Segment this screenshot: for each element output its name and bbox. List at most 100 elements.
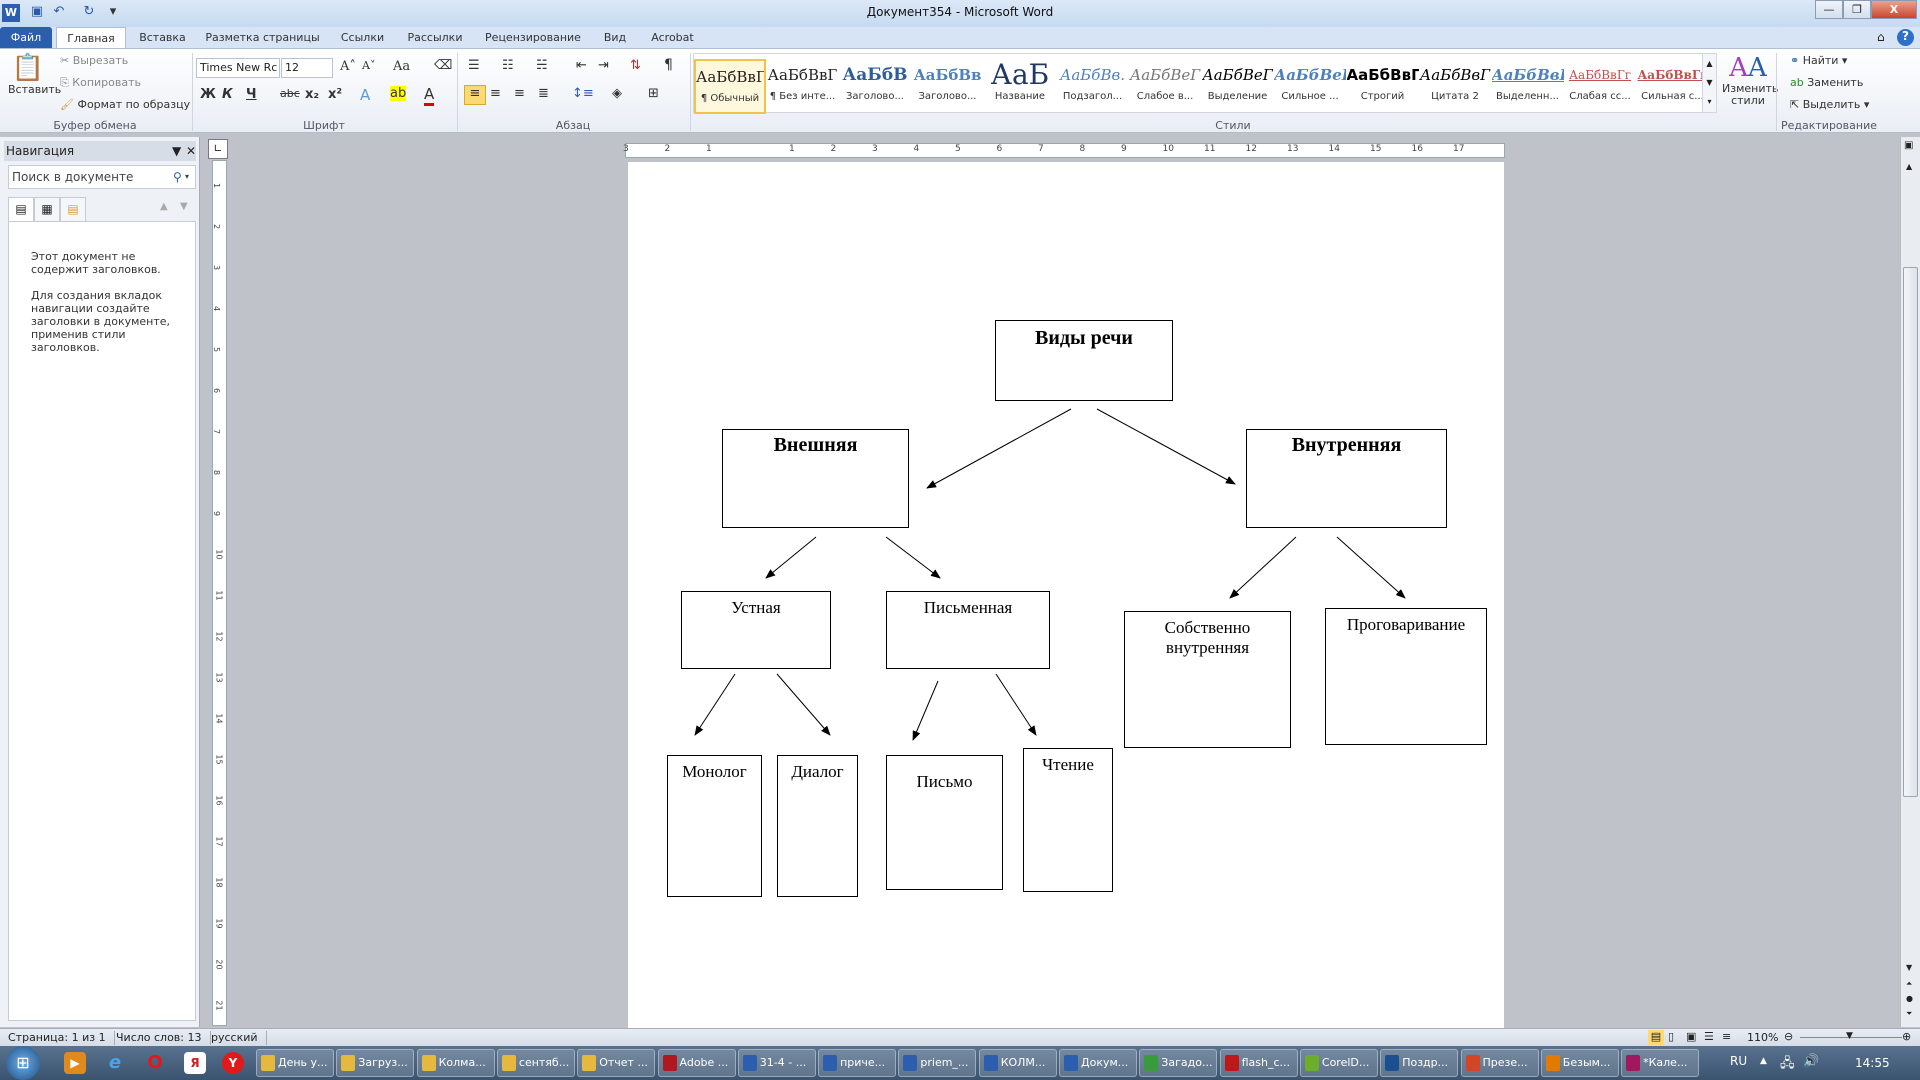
style-item[interactable]: АаБбВвГ Строгий xyxy=(1347,59,1419,114)
document-page[interactable]: Виды речи Внешняя Внутренняя Устная Пись… xyxy=(628,162,1504,1032)
browse-object-icon[interactable]: ● xyxy=(1906,994,1913,1003)
clock[interactable]: 14:55 xyxy=(1855,1056,1890,1070)
style-item[interactable]: АаБбВеГ Выделение xyxy=(1202,59,1274,114)
previous-icon[interactable]: ▲ xyxy=(160,201,168,212)
strikethrough-button[interactable]: abc xyxy=(280,87,300,100)
taskbar-item[interactable]: Загадо... xyxy=(1139,1049,1218,1077)
paste-button[interactable]: 📋 Вставить xyxy=(8,53,61,96)
taskbar-item[interactable]: Загруз... xyxy=(336,1049,415,1077)
full-screen-reading-icon[interactable]: ▯ xyxy=(1668,1030,1674,1043)
style-item[interactable]: АаБбВеГ Сильное ... xyxy=(1274,59,1346,114)
align-right-icon[interactable]: ≡ xyxy=(514,86,525,101)
scroll-down-icon[interactable]: ▼ xyxy=(1703,73,1716,92)
style-item[interactable]: АаБбВеГ Слабое в... xyxy=(1129,59,1201,114)
font-color-icon[interactable]: A xyxy=(424,85,435,106)
horizontal-ruler[interactable]: 3 2 1 1 2 3 4 5 6 7 8 9 10 11 12 13 14 15 16 17 xyxy=(623,143,1505,158)
italic-button[interactable]: К xyxy=(222,87,233,102)
taskbar-item[interactable]: Отчет ... xyxy=(577,1049,656,1077)
outline-icon[interactable]: ☰ xyxy=(1704,1030,1714,1043)
taskbar-item[interactable]: Презе... xyxy=(1460,1049,1539,1077)
media-player-icon[interactable]: ▶ xyxy=(64,1052,86,1074)
sort-icon[interactable]: ⇅ xyxy=(630,58,641,73)
scroll-up-icon[interactable]: ▲ xyxy=(1703,54,1716,73)
taskbar-item[interactable]: flash_c... xyxy=(1219,1049,1298,1077)
tab-pages[interactable]: ▦ xyxy=(34,197,60,222)
tab-acrobat[interactable]: Acrobat xyxy=(645,27,700,48)
more-icon[interactable]: ▾ xyxy=(1703,92,1716,111)
format-painter-button[interactable]: 🖌 Формат по образцу xyxy=(60,98,190,111)
page-count[interactable]: Страница: 1 из 1 xyxy=(0,1031,115,1045)
taskbar-item[interactable]: priem_... xyxy=(898,1049,977,1077)
close-button[interactable]: X xyxy=(1871,0,1917,19)
vertical-scrollbar[interactable]: ▣ ▲ ▼ ⏶ ● ⏷ xyxy=(1900,137,1920,1027)
taskbar-item[interactable]: Безым... xyxy=(1540,1049,1619,1077)
scroll-up-icon[interactable]: ▲ xyxy=(1906,162,1912,171)
zoom-out-icon[interactable]: ⊖ xyxy=(1784,1030,1793,1043)
style-item[interactable]: АаБбВвI Выделенн... xyxy=(1492,59,1564,114)
tab-review[interactable]: Рецензирование xyxy=(478,27,588,48)
next-icon[interactable]: ▼ xyxy=(180,201,188,212)
justify-icon[interactable]: ≣ xyxy=(538,86,549,101)
change-styles-button[interactable]: AA Изменить стили xyxy=(1722,53,1778,107)
help-icon[interactable]: ? xyxy=(1897,29,1914,46)
restore-button[interactable]: ❐ xyxy=(1843,0,1871,19)
print-layout-icon[interactable]: ▤ xyxy=(1648,1030,1664,1045)
taskbar-item[interactable]: День у... xyxy=(256,1049,334,1077)
shrink-font-button[interactable]: A˅ xyxy=(362,59,375,72)
tab-references[interactable]: Ссылки xyxy=(335,27,390,48)
style-item[interactable]: АаБбВ Заголово... xyxy=(839,59,911,114)
align-center-icon[interactable]: ≡ xyxy=(490,86,501,101)
scroll-down-icon[interactable]: ▼ xyxy=(1906,963,1912,972)
shading-icon[interactable]: ◈ xyxy=(612,86,622,101)
start-button[interactable]: ⊞ xyxy=(6,1046,40,1080)
gallery-scroll[interactable]: ▲ ▼ ▾ xyxy=(1702,53,1717,113)
grow-font-button[interactable]: A˄ xyxy=(340,59,356,74)
minimize-ribbon-icon[interactable]: ⌂ xyxy=(1877,30,1885,44)
zoom-slider-thumb[interactable]: ▼ xyxy=(1846,1031,1853,1041)
search-icon[interactable]: ⚲ xyxy=(173,166,182,188)
taskbar-item[interactable]: Adobe ... xyxy=(657,1049,736,1077)
style-item[interactable]: АаБбВвГг Слабая сс... xyxy=(1564,59,1636,114)
font-name-select[interactable]: Times New Rc xyxy=(196,58,280,78)
taskbar-item[interactable]: Докум... xyxy=(1059,1049,1137,1077)
draft-icon[interactable]: ≡ xyxy=(1722,1030,1731,1043)
highlight-icon[interactable]: ab xyxy=(390,86,406,101)
taskbar-item[interactable]: сентяб... xyxy=(496,1049,575,1077)
pane-options-icon[interactable]: ▼ xyxy=(172,141,181,161)
yandex-icon[interactable]: Я xyxy=(184,1052,206,1074)
find-button[interactable]: ⚭ Найти ▾ xyxy=(1790,54,1847,67)
minimize-button[interactable]: — xyxy=(1815,0,1843,19)
search-input[interactable]: Поиск в документе ⚲ ▾ xyxy=(8,165,196,189)
underline-button[interactable]: Ч xyxy=(246,87,257,102)
numbering-icon[interactable]: ☷ xyxy=(502,58,514,73)
opera-icon[interactable]: O xyxy=(144,1052,166,1074)
style-item[interactable]: АаБбВв Заголово... xyxy=(912,59,984,114)
tab-insert[interactable]: Вставка xyxy=(130,27,195,48)
cut-button[interactable]: ✂ Вырезать xyxy=(60,54,128,67)
language-indicator[interactable]: русский xyxy=(203,1031,267,1045)
style-item[interactable]: АаБбВвГ ¶ Без инте... xyxy=(767,59,839,114)
web-layout-icon[interactable]: ▣ xyxy=(1686,1030,1696,1043)
style-item[interactable]: АаБбВвГ Цитата 2 xyxy=(1419,59,1491,114)
font-size-select[interactable]: 12 xyxy=(281,58,333,78)
taskbar-item[interactable]: приче... xyxy=(818,1049,897,1077)
style-item[interactable]: АаБбВвГ ¶ Обычный xyxy=(694,59,766,114)
tab-home[interactable]: Главная xyxy=(56,27,126,48)
view-ruler-icon[interactable]: ▣ xyxy=(1904,140,1913,151)
word-count[interactable]: Число слов: 13 xyxy=(108,1031,211,1045)
taskbar-item[interactable]: Колма... xyxy=(416,1049,495,1077)
replace-button[interactable]: ab Заменить xyxy=(1790,76,1863,89)
style-item[interactable]: АаБ Название xyxy=(984,59,1056,114)
tab-headings[interactable]: ▤ xyxy=(8,197,34,222)
bold-button[interactable]: Ж xyxy=(200,87,216,102)
align-left-icon[interactable]: ≡ xyxy=(464,85,486,105)
tab-file[interactable]: Файл xyxy=(0,27,52,48)
borders-icon[interactable]: ⊞ xyxy=(648,86,659,101)
subscript-button[interactable]: x₂ xyxy=(305,87,319,102)
select-button[interactable]: ⇱ Выделить ▾ xyxy=(1790,98,1869,111)
network-icon[interactable]: 🖧 xyxy=(1780,1054,1795,1076)
tab-view[interactable]: Вид xyxy=(595,27,635,48)
show-hidden-icons[interactable]: ▲ xyxy=(1760,1056,1767,1066)
internet-explorer-icon[interactable]: e xyxy=(104,1052,126,1074)
change-case-button[interactable]: Aa xyxy=(393,59,410,74)
